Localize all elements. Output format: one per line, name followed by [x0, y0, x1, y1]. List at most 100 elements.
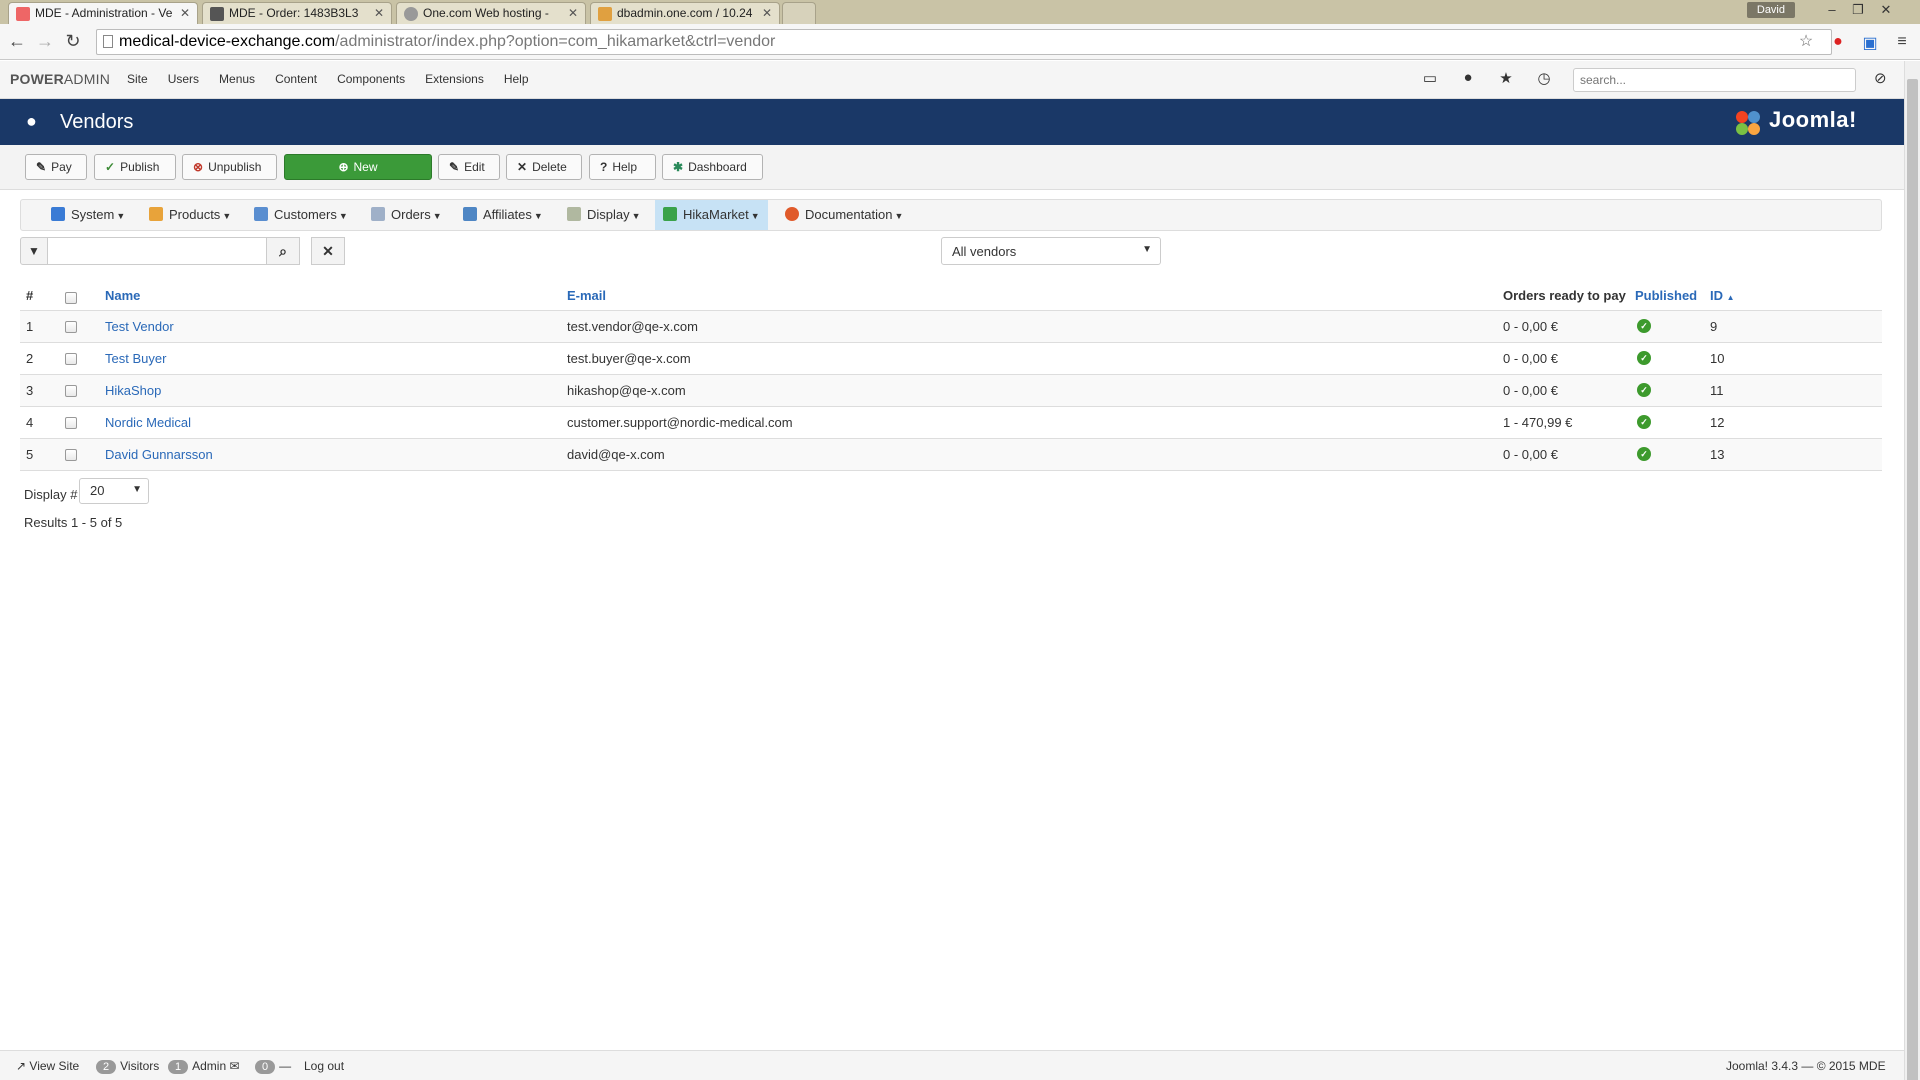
- browser-tab[interactable]: dbadmin.one.com / 10.24 ✕: [590, 2, 780, 24]
- submenu-customers[interactable]: Customers ▼: [246, 200, 356, 230]
- vendor-email: hikashop@qe-x.com: [567, 383, 686, 398]
- browser-tab[interactable]: One.com Web hosting - ✕: [396, 2, 586, 24]
- page-icon: [103, 35, 113, 48]
- opera-extension-icon[interactable]: ●: [1828, 33, 1848, 53]
- vendor-name-link[interactable]: David Gunnarsson: [105, 447, 213, 462]
- row-checkbox[interactable]: [65, 353, 77, 365]
- forward-arrow-icon[interactable]: →: [34, 31, 56, 52]
- reload-icon[interactable]: ↻: [62, 31, 84, 52]
- published-check-icon[interactable]: ✓: [1637, 351, 1651, 365]
- publish-button[interactable]: ✓ Publish: [94, 154, 176, 180]
- vendor-email: test.vendor@qe-x.com: [567, 319, 698, 334]
- logout-link[interactable]: Log out: [304, 1059, 344, 1073]
- bookmark-star-icon[interactable]: ☆: [1796, 31, 1816, 51]
- close-tab-icon[interactable]: ✕: [374, 6, 384, 20]
- scrollbar-thumb[interactable]: [1907, 79, 1918, 1080]
- submenu-display[interactable]: Display ▼: [559, 200, 649, 230]
- star-icon[interactable]: ★: [1496, 69, 1516, 87]
- menu-site[interactable]: Site: [127, 72, 148, 86]
- close-tab-icon[interactable]: ✕: [762, 6, 772, 20]
- submenu-affiliates[interactable]: Affiliates ▼: [455, 200, 551, 230]
- vendor-id: 10: [1710, 351, 1725, 366]
- browser-user-badge[interactable]: David: [1746, 2, 1795, 18]
- menu-icon[interactable]: ≡: [1892, 33, 1912, 53]
- submenu-orders[interactable]: Orders ▼: [363, 200, 450, 230]
- vendor-name-link[interactable]: Nordic Medical: [105, 415, 191, 430]
- vendor-orders: 0 - 0,00 €: [1503, 319, 1558, 334]
- unpublish-button[interactable]: ⊗ Unpublish: [182, 154, 277, 180]
- published-check-icon[interactable]: ✓: [1637, 319, 1651, 333]
- vendor-email: david@qe-x.com: [567, 447, 665, 462]
- vendor-filter-select[interactable]: All vendors ▼: [941, 237, 1161, 265]
- view-site-link[interactable]: ↗ View Site: [16, 1059, 79, 1073]
- row-checkbox[interactable]: [65, 321, 77, 333]
- select-all-checkbox[interactable]: [65, 292, 77, 304]
- submenu-products[interactable]: Products ▼: [141, 200, 239, 230]
- customers-icon: [254, 207, 268, 221]
- col-id[interactable]: ID ▲: [1710, 288, 1735, 303]
- admin-menu: Site Users Menus Content Components Exte…: [127, 72, 549, 86]
- menu-menus[interactable]: Menus: [219, 72, 255, 86]
- browser-tab[interactable]: MDE - Order: 1483B3L3 ✕: [202, 2, 392, 24]
- vendor-orders: 0 - 0,00 €: [1503, 351, 1558, 366]
- help-button[interactable]: ? Help: [589, 154, 656, 180]
- published-check-icon[interactable]: ✓: [1637, 383, 1651, 397]
- close-tab-icon[interactable]: ✕: [180, 6, 190, 20]
- page-scrollbar[interactable]: [1904, 61, 1920, 1080]
- lock-extension-icon[interactable]: ▣: [1860, 33, 1880, 53]
- clear-button[interactable]: ✕: [311, 237, 345, 265]
- address-bar[interactable]: medical-device-exchange.com/administrato…: [96, 29, 1832, 55]
- published-check-icon[interactable]: ✓: [1637, 415, 1651, 429]
- user-icon[interactable]: ●: [1458, 69, 1478, 86]
- phpmyadmin-favicon-icon: [598, 7, 612, 21]
- close-tab-icon[interactable]: ✕: [568, 6, 578, 20]
- pay-button[interactable]: ✎ Pay: [25, 154, 87, 180]
- dashboard-button[interactable]: ✱ Dashboard: [662, 154, 763, 180]
- admin-search-input[interactable]: [1573, 68, 1856, 92]
- vendor-name-link[interactable]: Test Vendor: [105, 319, 174, 334]
- new-tab-button[interactable]: [782, 2, 816, 24]
- table-row: 2 Test Buyer test.buyer@qe-x.com 0 - 0,0…: [20, 343, 1882, 375]
- pin-icon: ✎: [36, 160, 47, 174]
- envelope-icon: ✉: [229, 1059, 240, 1073]
- menu-content[interactable]: Content: [275, 72, 317, 86]
- admin-brand[interactable]: POWERADMIN: [10, 71, 110, 87]
- orders-icon: [371, 207, 385, 221]
- col-name[interactable]: Name: [105, 288, 140, 303]
- display-count-select[interactable]: 20 ▼: [79, 478, 149, 504]
- page-title: Vendors: [60, 111, 134, 133]
- checkin-icon[interactable]: ⊘: [1874, 69, 1887, 87]
- clock-icon[interactable]: ◷: [1534, 69, 1554, 87]
- row-checkbox[interactable]: [65, 385, 77, 397]
- row-checkbox[interactable]: [65, 417, 77, 429]
- menu-users[interactable]: Users: [168, 72, 199, 86]
- delete-button[interactable]: ✕ Delete: [506, 154, 582, 180]
- submenu-system[interactable]: System ▼: [43, 200, 133, 230]
- menu-components[interactable]: Components: [337, 72, 405, 86]
- browser-tab-active[interactable]: MDE - Administration - Ve ✕: [8, 2, 198, 24]
- published-check-icon[interactable]: ✓: [1637, 447, 1651, 461]
- row-checkbox[interactable]: [65, 449, 77, 461]
- messages-indicator[interactable]: 0—: [255, 1059, 291, 1074]
- edit-button[interactable]: ✎ Edit: [438, 154, 500, 180]
- vendor-name-link[interactable]: HikaShop: [105, 383, 161, 398]
- joomla-logo: Joomla!: [1733, 107, 1857, 139]
- col-published[interactable]: Published: [1635, 288, 1697, 303]
- back-arrow-icon[interactable]: ←: [6, 31, 28, 52]
- restore-icon[interactable]: ❐: [1846, 2, 1870, 18]
- filter-search-input[interactable]: [47, 237, 267, 265]
- new-button[interactable]: ⊕ New: [284, 154, 432, 180]
- visitors-indicator: 2 Visitors: [96, 1059, 159, 1074]
- minimize-icon[interactable]: –: [1820, 2, 1844, 17]
- menu-extensions[interactable]: Extensions: [425, 72, 484, 86]
- col-email[interactable]: E-mail: [567, 288, 606, 303]
- close-window-icon[interactable]: ✕: [1874, 2, 1898, 18]
- submenu-hikamarket[interactable]: HikaMarket ▼: [655, 200, 768, 230]
- col-orders: Orders ready to pay: [1503, 288, 1626, 303]
- vendor-name-link[interactable]: Test Buyer: [105, 351, 166, 366]
- monitor-icon[interactable]: ▭: [1420, 69, 1440, 87]
- search-button[interactable]: ⌕: [266, 237, 300, 265]
- minus-icon: —: [279, 1059, 292, 1073]
- submenu-documentation[interactable]: Documentation ▼: [777, 200, 911, 230]
- menu-help[interactable]: Help: [504, 72, 529, 86]
